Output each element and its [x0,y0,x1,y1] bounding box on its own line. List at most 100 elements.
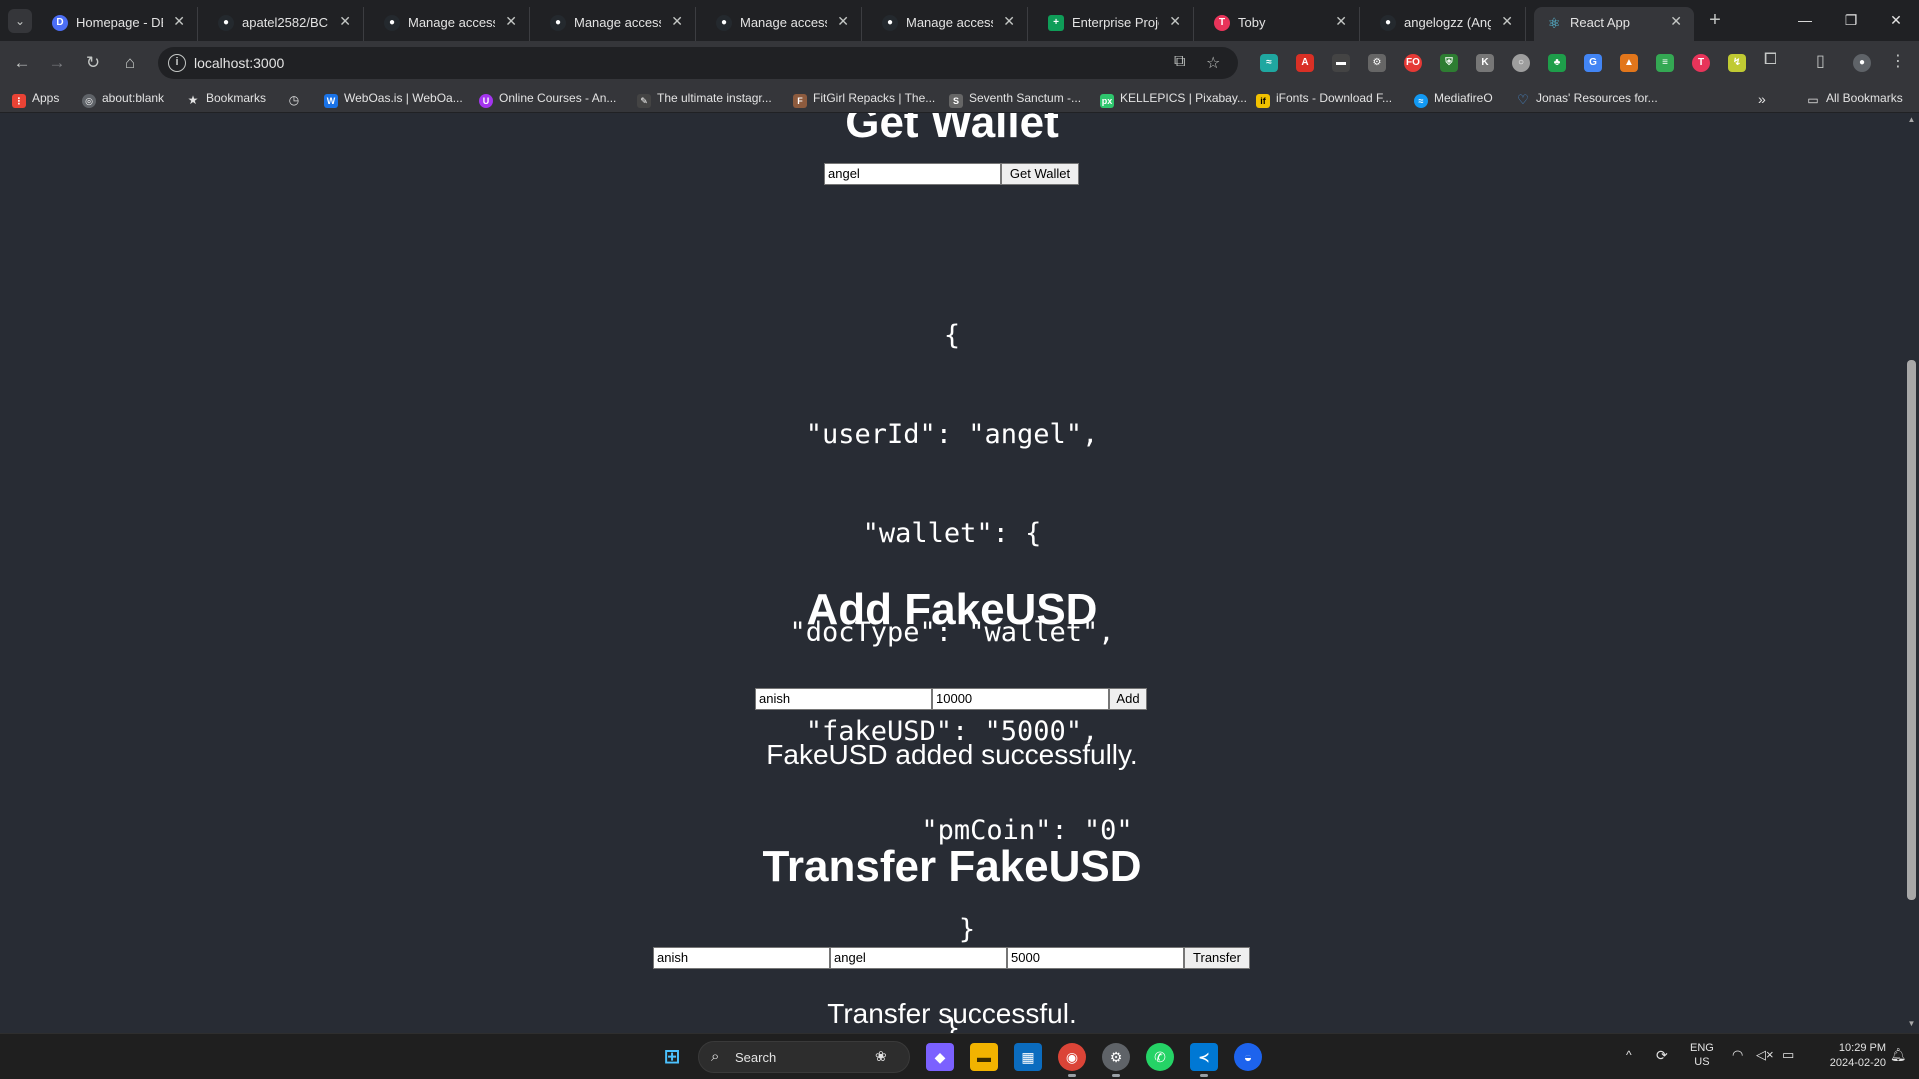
wifi-icon[interactable]: ◠ [1732,1047,1743,1063]
bookmark-item[interactable]: ≈ MediafireO [1414,91,1493,108]
bookmark-star-icon[interactable]: ☆ [1206,53,1220,73]
file-explorer-icon[interactable]: ▬ [970,1043,998,1071]
bookmark-item[interactable]: if iFonts - Download F... [1256,91,1392,108]
bookmark-item[interactable]: U Online Courses - An... [479,91,616,108]
close-icon[interactable]: ✕ [1335,13,1347,30]
sync-icon[interactable]: ⟳ [1656,1047,1668,1064]
bookmark-item[interactable]: ◎ about:blank [82,91,164,108]
transfer-amount-input[interactable]: 5000 [1007,947,1184,969]
bookmark-apps[interactable]: ⋮ Apps [12,91,59,108]
all-bookmarks-folder[interactable]: ▭ All Bookmarks [1806,91,1902,107]
browser-tab[interactable]: T Toby ✕ [1202,7,1360,41]
new-tab-plus-icon[interactable]: + [1703,9,1727,33]
windows-start-icon[interactable]: ⊞ [658,1043,686,1071]
tray-overflow-chevron-icon[interactable]: ^ [1626,1048,1632,1062]
bookmark-item[interactable]: S Seventh Sanctum -... [949,91,1081,108]
extension-icon[interactable]: ⚙ [1368,54,1386,72]
extension-icon[interactable]: ○ [1512,54,1530,72]
taskbar-search-box[interactable]: ⌕ Search ❀ [698,1041,910,1073]
forward-arrow-icon[interactable]: → [43,49,71,77]
history-icon: ◷ [288,93,300,107]
whatsapp-icon[interactable]: ✆ [1146,1043,1174,1071]
globe-icon: ◎ [82,94,96,108]
scroll-down-arrow-icon[interactable]: ▼ [1907,1019,1916,1028]
browser-tab[interactable]: ● Manage access ✕ [372,7,530,41]
chrome-icon[interactable]: ◉ [1058,1043,1086,1077]
bookmark-item[interactable]: ★ Bookmarks [186,91,266,107]
get-wallet-button[interactable]: Get Wallet [1001,163,1079,185]
browser-tab-active[interactable]: ⚛ React App ✕ [1534,7,1694,41]
bookmark-item[interactable]: px KELLEPICS | Pixabay... [1100,91,1247,108]
back-arrow-icon[interactable]: ← [8,49,36,77]
docker-icon[interactable]: ◒ [1234,1043,1262,1071]
speaker-muted-icon[interactable]: ◁× [1756,1047,1774,1063]
tab-search-chevron-icon[interactable]: ⌄ [8,9,32,33]
extension-icon[interactable]: K [1476,54,1494,72]
restore-icon[interactable]: ❐ [1828,8,1874,32]
close-icon[interactable]: ✕ [1670,13,1682,30]
bookmark-item[interactable]: W WebOas.is | WebOa... [324,91,463,108]
scroll-up-arrow-icon[interactable]: ▲ [1907,115,1916,124]
reload-icon[interactable]: ↻ [79,49,107,77]
bookmarks-overflow-chevron-icon[interactable]: » [1758,91,1766,107]
language-indicator[interactable]: ENG US [1690,1041,1714,1069]
close-icon[interactable]: ✕ [339,13,351,30]
browser-tab[interactable]: ● Manage access ✕ [870,7,1028,41]
close-icon[interactable]: ✕ [505,13,517,30]
transfer-from-input[interactable]: anish [653,947,830,969]
address-url[interactable]: localhost:3000 [194,55,284,71]
close-icon[interactable]: ✕ [671,13,683,30]
browser-tab[interactable]: + Enterprise Project ✕ [1036,7,1194,41]
browser-tab[interactable]: ● angelogzz (Angel ✕ [1368,7,1526,41]
bookmark-item[interactable]: ♡ Jonas' Resources for... [1516,91,1658,107]
acrobat-extension-icon[interactable]: A [1296,54,1314,72]
home-icon[interactable]: ⌂ [116,49,144,77]
notification-bell-icon[interactable]: 🔔︎ [1890,1047,1907,1063]
close-icon[interactable]: ✕ [1003,13,1015,30]
browser-tab[interactable]: ● apatel2582/BCDV ✕ [206,7,364,41]
copilot-icon[interactable]: ◆ [926,1043,954,1071]
translate-extension-icon[interactable]: G [1584,54,1602,72]
wallet-user-input[interactable]: angel [824,163,1001,185]
bookmark-item[interactable]: F FitGirl Repacks | The... [793,91,935,108]
extension-icon[interactable]: FO [1404,54,1422,72]
more-menu-icon[interactable]: ⋮ [1890,51,1906,71]
close-icon[interactable]: ✕ [837,13,849,30]
bookmark-item[interactable]: ✎ The ultimate instagr... [637,91,772,108]
extension-icon[interactable]: ≡ [1656,54,1674,72]
extension-icon[interactable]: ♣ [1548,54,1566,72]
vscode-icon[interactable]: ≺ [1190,1043,1218,1077]
clock[interactable]: 10:29 PM 2024-02-20 [1808,1041,1886,1071]
bookmark-item[interactable]: ◷ [287,91,307,107]
metamask-extension-icon[interactable]: ▲ [1620,54,1638,72]
toby-extension-icon[interactable]: T [1692,54,1710,72]
extension-icon[interactable]: ↯ [1728,54,1746,72]
scrollbar-thumb[interactable] [1907,360,1916,900]
minimize-icon[interactable]: — [1782,8,1828,32]
add-user-input[interactable]: anish [755,688,932,710]
extension-icon[interactable]: ▬ [1332,54,1350,72]
close-icon[interactable]: ✕ [173,13,185,30]
transfer-to-input[interactable]: angel [830,947,1007,969]
extension-icon[interactable]: ≈ [1260,54,1278,72]
battery-icon[interactable]: ▭ [1782,1047,1794,1063]
address-bar[interactable]: i localhost:3000 ⧉ ☆ [158,47,1238,79]
shield-extension-icon[interactable]: ⛨ [1440,54,1458,72]
side-panel-icon[interactable]: ▯ [1816,51,1825,71]
site-info-icon[interactable]: i [168,54,186,72]
avatar[interactable]: ● [1853,54,1871,72]
close-window-icon[interactable]: ✕ [1873,8,1919,32]
close-icon[interactable]: ✕ [1501,13,1513,30]
extensions-puzzle-icon[interactable]: ⧠ [1764,51,1777,69]
settings-gear-icon[interactable]: ⚙ [1102,1043,1130,1077]
microsoft-store-icon[interactable]: ▦ [1014,1043,1042,1071]
close-icon[interactable]: ✕ [1169,13,1181,30]
page-scrollbar[interactable]: ▲ ▼ [1904,113,1919,1033]
browser-tab[interactable]: D Homepage - DEV ✕ [40,7,198,41]
add-button[interactable]: Add [1109,688,1147,710]
install-app-icon[interactable]: ⧉ [1174,53,1185,71]
add-amount-input[interactable]: 10000 [932,688,1109,710]
browser-tab[interactable]: ● Manage access ✕ [538,7,696,41]
browser-tab[interactable]: ● Manage access ✕ [704,7,862,41]
transfer-button[interactable]: Transfer [1184,947,1250,969]
